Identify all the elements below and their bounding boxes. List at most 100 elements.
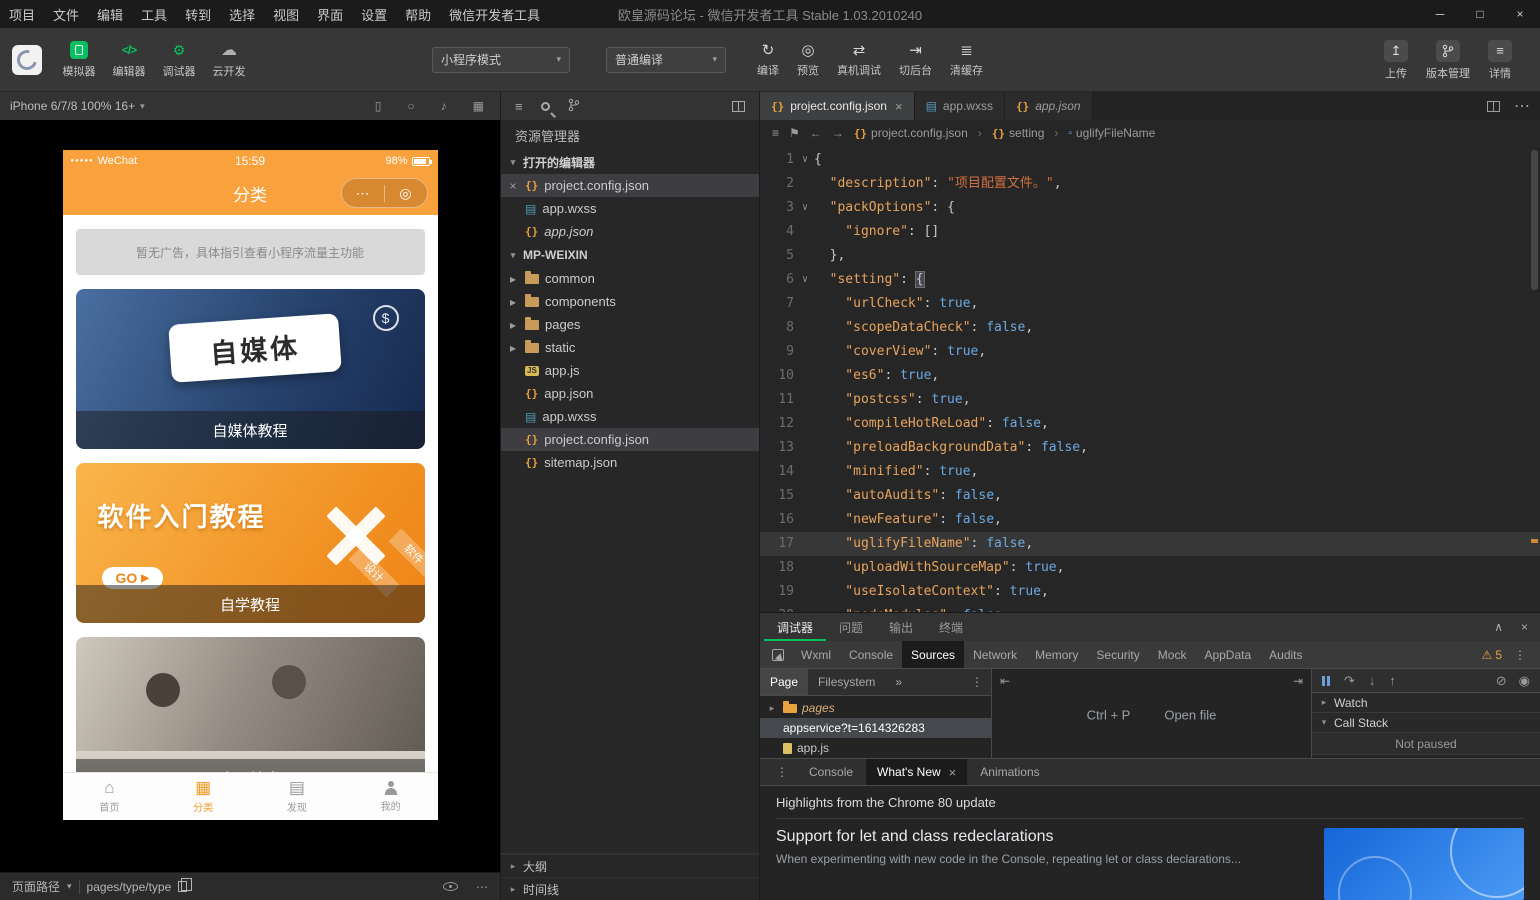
chevron-right-icon[interactable]: ▸ bbox=[507, 318, 519, 332]
collapsed-section[interactable]: ▸大纲 bbox=[501, 854, 759, 877]
capsule-menu[interactable]: ⋯ ◎ bbox=[341, 178, 428, 208]
watch-section[interactable]: ▸ Watch bbox=[1312, 693, 1540, 713]
code-line[interactable]: 18 "uploadWithSourceMap": true, bbox=[760, 556, 1540, 580]
code-line[interactable]: 1∨{ bbox=[760, 148, 1540, 172]
inspect-element-icon[interactable] bbox=[772, 649, 784, 661]
panel-tab-terminal[interactable]: 终端 bbox=[926, 613, 976, 641]
menu-item[interactable]: 微信开发者工具 bbox=[440, 0, 549, 28]
file-item[interactable]: ▸components bbox=[501, 290, 759, 313]
devtools-tab-sources[interactable]: Sources bbox=[902, 641, 964, 668]
file-item[interactable]: {}sitemap.json bbox=[501, 451, 759, 474]
devtools-tab-mock[interactable]: Mock bbox=[1149, 641, 1196, 668]
forward-icon[interactable]: → bbox=[832, 126, 844, 140]
fold-icon[interactable]: ∨ bbox=[796, 268, 814, 292]
close-panel-icon[interactable]: × bbox=[1521, 620, 1528, 634]
drawer-tab-animations[interactable]: Animations bbox=[969, 759, 1050, 785]
code-line[interactable]: 19 "useIsolateContext": true, bbox=[760, 580, 1540, 604]
copy-icon[interactable] bbox=[178, 881, 187, 892]
collapse-panel-icon[interactable]: ∧ bbox=[1494, 620, 1503, 634]
category-card-media[interactable]: $ 自媒体 自媒体教程 bbox=[76, 289, 425, 449]
devtools-tab-wxml[interactable]: Wxml bbox=[792, 641, 840, 668]
tab-project-config-json[interactable]: {} project.config.json × bbox=[760, 92, 915, 120]
mode-select[interactable]: 小程序模式 ▾ bbox=[432, 47, 570, 73]
tab-profile[interactable]: 我的 bbox=[344, 773, 438, 820]
details-button[interactable]: ≡ 详情 bbox=[1474, 40, 1526, 81]
close-tab-icon[interactable]: × bbox=[949, 765, 957, 780]
file-item[interactable]: JSapp.js bbox=[501, 359, 759, 382]
toggle-panel-icon[interactable] bbox=[732, 101, 745, 112]
code-line[interactable]: 8 "scopeDataCheck": false, bbox=[760, 316, 1540, 340]
code-line[interactable]: 3∨ "packOptions": { bbox=[760, 196, 1540, 220]
devtools-menu-icon[interactable]: ⋮ bbox=[1514, 648, 1526, 662]
code-line[interactable]: 20 "nodeModules": false, bbox=[760, 604, 1540, 612]
devtools-tab-network[interactable]: Network bbox=[964, 641, 1026, 668]
panel-collapse-left-icon[interactable]: ⇤ bbox=[1000, 674, 1010, 688]
drawer-tab-whats-new[interactable]: What's New × bbox=[866, 759, 967, 785]
breadcrumb-field[interactable]: ▫ uglifyFileName bbox=[1068, 126, 1155, 140]
scrollbar-thumb[interactable] bbox=[1531, 150, 1538, 290]
menu-item[interactable]: 文件 bbox=[44, 0, 88, 28]
capsule-more-icon[interactable]: ⋯ bbox=[342, 186, 384, 200]
drawer-menu-icon[interactable]: ⋮ bbox=[768, 765, 796, 779]
simulator-toggle-button[interactable]: 模拟器 bbox=[54, 40, 104, 79]
compile-mode-select[interactable]: 普通编译 ▾ bbox=[606, 47, 726, 73]
panel-tab-debugger[interactable]: 调试器 bbox=[764, 613, 826, 641]
step-into-icon[interactable]: ↓ bbox=[1369, 673, 1376, 688]
sources-tree-item[interactable]: app.js bbox=[760, 738, 991, 758]
panel-collapse-right-icon[interactable]: ⇥ bbox=[1293, 674, 1303, 688]
chevron-right-icon[interactable]: ▸ bbox=[507, 295, 519, 309]
git-branch-icon[interactable] bbox=[568, 98, 580, 115]
code-line[interactable]: 2 "description": "项目配置文件。", bbox=[760, 172, 1540, 196]
compile-button[interactable]: ↻ 编译 bbox=[748, 42, 788, 78]
upload-button[interactable]: ↥ 上传 bbox=[1370, 40, 1422, 81]
file-item[interactable]: {}app.json bbox=[501, 220, 759, 243]
devtools-tab-memory[interactable]: Memory bbox=[1026, 641, 1087, 668]
code-line[interactable]: 13 "preloadBackgroundData": false, bbox=[760, 436, 1540, 460]
layout-grid-icon[interactable]: ▦ bbox=[473, 99, 484, 113]
pause-icon[interactable] bbox=[1322, 676, 1330, 686]
maximize-icon[interactable]: □ bbox=[1460, 0, 1500, 28]
warning-badge[interactable]: ⚠5 bbox=[1482, 648, 1502, 662]
menu-item[interactable]: 项目 bbox=[0, 0, 44, 28]
code-line[interactable]: 16 "newFeature": false, bbox=[760, 508, 1540, 532]
devtools-tab-console[interactable]: Console bbox=[840, 641, 902, 668]
sound-icon[interactable]: ♪ bbox=[441, 99, 447, 113]
menu-item[interactable]: 选择 bbox=[220, 0, 264, 28]
section-header[interactable]: ▾打开的编辑器 bbox=[501, 150, 759, 174]
category-card-software[interactable]: 软件入门教程 GO ▶ 设计 软件 自学教程 bbox=[76, 463, 425, 623]
pause-on-exceptions-icon[interactable]: ◉ bbox=[1519, 673, 1530, 689]
code-line[interactable]: 15 "autoAudits": false, bbox=[760, 484, 1540, 508]
menu-item[interactable]: 界面 bbox=[308, 0, 352, 28]
minimize-icon[interactable]: ─ bbox=[1420, 0, 1460, 28]
file-item[interactable]: ▸pages bbox=[501, 313, 759, 336]
code-line[interactable]: 6∨ "setting": { bbox=[760, 268, 1540, 292]
code-line[interactable]: 4 "ignore": [] bbox=[760, 220, 1540, 244]
device-selector[interactable]: iPhone 6/7/8 100% 16+ bbox=[10, 99, 135, 113]
close-icon[interactable]: × bbox=[1500, 0, 1540, 28]
eye-icon[interactable] bbox=[443, 882, 458, 891]
more-icon[interactable]: ⋯ bbox=[476, 880, 488, 894]
code-line[interactable]: 5 }, bbox=[760, 244, 1540, 268]
menu-item[interactable]: 帮助 bbox=[396, 0, 440, 28]
tab-category[interactable]: ▦ 分类 bbox=[156, 773, 250, 820]
step-out-icon[interactable]: ↑ bbox=[1389, 673, 1396, 688]
tab-app-json[interactable]: {} app.json bbox=[1005, 92, 1093, 120]
version-control-button[interactable]: 版本管理 bbox=[1422, 40, 1474, 81]
section-header[interactable]: ▾MP-WEIXIN bbox=[501, 243, 759, 267]
callstack-section[interactable]: ▾ Call Stack bbox=[1312, 713, 1540, 733]
sources-tree-item[interactable]: appservice?t=1614326283 bbox=[760, 718, 991, 738]
more-tabs-icon[interactable]: » bbox=[885, 669, 912, 695]
code-editor[interactable]: 1∨{2 "description": "项目配置文件。",3∨ "packOp… bbox=[760, 146, 1540, 612]
code-line[interactable]: 7 "urlCheck": true, bbox=[760, 292, 1540, 316]
menu-item[interactable]: 工具 bbox=[132, 0, 176, 28]
menu-icon[interactable]: ≡ bbox=[515, 99, 523, 114]
tab-home[interactable]: ⌂ 首页 bbox=[63, 773, 157, 820]
breadcrumb-file[interactable]: {} project.config.json bbox=[854, 126, 968, 140]
collapsed-section[interactable]: ▸时间线 bbox=[501, 877, 759, 900]
open-file-link[interactable]: Open file bbox=[1164, 708, 1216, 723]
outline-icon[interactable]: ≡ bbox=[772, 126, 779, 140]
tab-discover[interactable]: ▤ 发现 bbox=[250, 773, 344, 820]
fold-icon[interactable]: ∨ bbox=[796, 148, 814, 172]
close-file-icon[interactable]: × bbox=[507, 179, 519, 193]
sources-tree-item[interactable]: ▸pages bbox=[760, 698, 991, 718]
